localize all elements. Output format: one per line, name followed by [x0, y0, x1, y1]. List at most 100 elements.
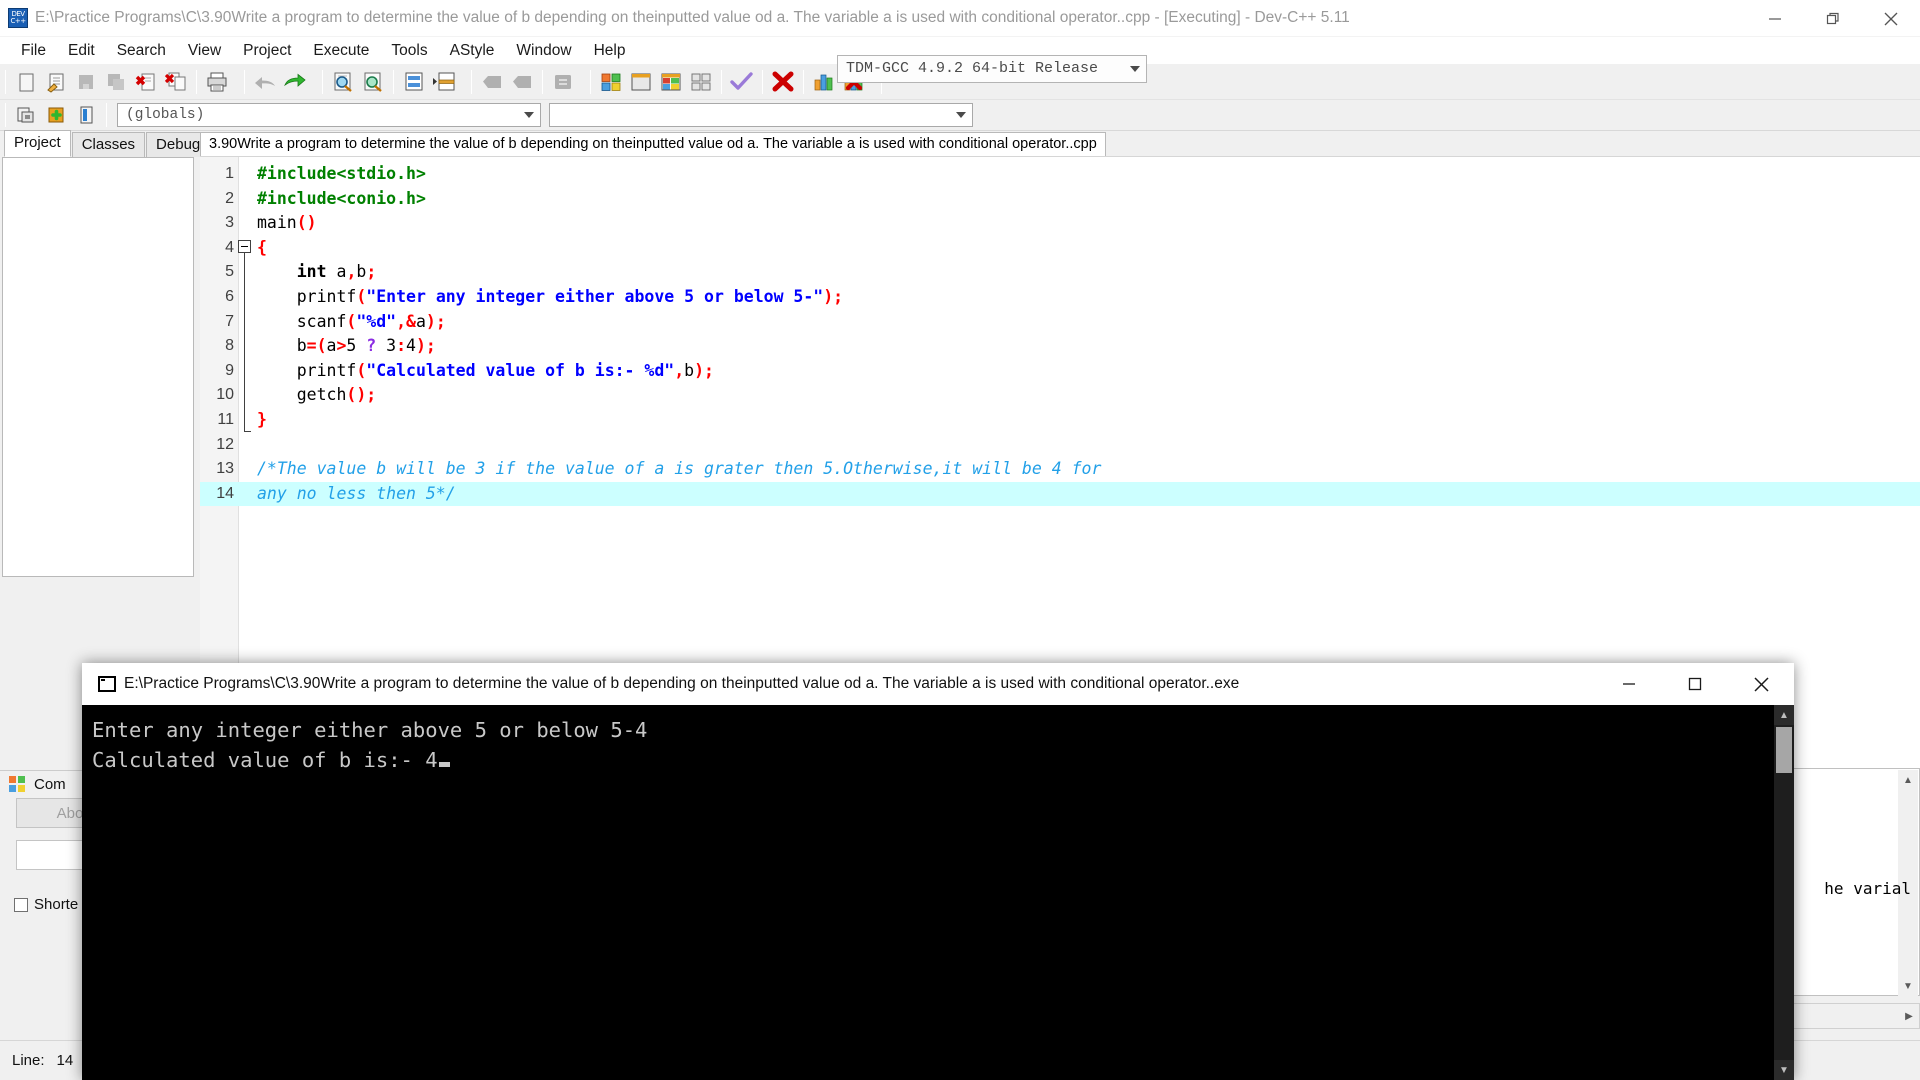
- console-title: E:\Practice Programs\C\3.90Write a progr…: [124, 675, 1239, 693]
- tab-project[interactable]: Project: [4, 130, 71, 157]
- console-title-bar: E:\Practice Programs\C\3.90Write a progr…: [82, 663, 1794, 705]
- code-token: scanf: [257, 312, 346, 331]
- line-number: 12: [200, 433, 234, 458]
- tab-classes[interactable]: Classes: [72, 132, 145, 157]
- code-line[interactable]: 5 int a,b;: [200, 260, 1920, 285]
- console-maximize-button[interactable]: [1662, 663, 1728, 705]
- restore-button[interactable]: [1804, 0, 1862, 37]
- rebuild-all-icon[interactable]: [686, 67, 716, 97]
- code-line[interactable]: 8 b=(a>5 ? 3:4);: [200, 334, 1920, 359]
- save-file-icon[interactable]: [71, 67, 101, 97]
- code-text: {: [257, 236, 267, 261]
- code-token: any no less then 5*/: [257, 484, 456, 503]
- menu-edit[interactable]: Edit: [57, 39, 106, 63]
- editor-tab-active[interactable]: 3.90Write a program to determine the val…: [200, 132, 1106, 156]
- scroll-up-icon[interactable]: ▲: [1898, 770, 1918, 790]
- line-number: 7: [200, 310, 234, 335]
- scroll-right-icon[interactable]: ▶: [1899, 1006, 1919, 1026]
- code-token: #include<conio.h>: [257, 189, 426, 208]
- code-line[interactable]: 10 getch();: [200, 383, 1920, 408]
- code-token: (: [346, 312, 356, 331]
- profile-icon[interactable]: [809, 67, 839, 97]
- console-window[interactable]: E:\Practice Programs\C\3.90Write a progr…: [82, 663, 1794, 1080]
- add-to-project-icon[interactable]: [41, 100, 71, 130]
- console-line: Enter any integer either above 5 or belo…: [92, 715, 1794, 745]
- toolbar-divider: [5, 70, 6, 94]
- toolbar-divider: [196, 70, 197, 94]
- code-line[interactable]: 12: [200, 433, 1920, 458]
- console-line-text: Calculated value of b is:- 4: [92, 748, 438, 772]
- print-icon[interactable]: [202, 67, 232, 97]
- stop-execution-icon[interactable]: [768, 67, 798, 97]
- goto-function-icon[interactable]: [429, 67, 459, 97]
- menu-view[interactable]: View: [177, 39, 232, 63]
- toggle-bookmark-icon[interactable]: [548, 67, 578, 97]
- back-icon[interactable]: [477, 67, 507, 97]
- code-line[interactable]: 11}: [200, 408, 1920, 433]
- console-output[interactable]: Enter any integer either above 5 or belo…: [82, 705, 1794, 1080]
- run-icon[interactable]: [626, 67, 656, 97]
- minimize-button[interactable]: [1746, 0, 1804, 37]
- close-file-icon[interactable]: [131, 67, 161, 97]
- code-line[interactable]: 7 scanf("%d",&a);: [200, 310, 1920, 335]
- code-token: ,: [674, 361, 684, 380]
- console-scroll-thumb[interactable]: [1776, 727, 1792, 773]
- compile-icon[interactable]: [596, 67, 626, 97]
- new-file-icon[interactable]: [11, 67, 41, 97]
- compile-run-icon[interactable]: [656, 67, 686, 97]
- code-token: 5: [346, 336, 366, 355]
- console-scroll-up-icon[interactable]: ▲: [1774, 705, 1794, 725]
- save-all-icon[interactable]: [101, 67, 131, 97]
- scroll-down-icon[interactable]: ▼: [1898, 976, 1918, 996]
- open-file-icon[interactable]: [41, 67, 71, 97]
- code-line[interactable]: 14any no less then 5*/: [200, 482, 1920, 507]
- replace-icon[interactable]: [358, 67, 388, 97]
- code-token: b: [257, 336, 307, 355]
- redo-icon[interactable]: [280, 67, 310, 97]
- menu-astyle[interactable]: AStyle: [439, 39, 506, 63]
- code-text: main(): [257, 211, 317, 236]
- forward-icon[interactable]: [507, 67, 537, 97]
- menu-execute[interactable]: Execute: [302, 39, 380, 63]
- menu-window[interactable]: Window: [505, 39, 582, 63]
- menu-tools[interactable]: Tools: [380, 39, 438, 63]
- toolbar-divider: [106, 103, 107, 127]
- project-options-icon[interactable]: [71, 100, 101, 130]
- shorten-paths-checkbox[interactable]: Shorte: [14, 896, 78, 913]
- console-close-button[interactable]: [1728, 663, 1794, 705]
- code-line[interactable]: 6 printf("Enter any integer either above…: [200, 285, 1920, 310]
- toolbar-divider: [471, 70, 472, 94]
- new-project-icon[interactable]: [11, 100, 41, 130]
- code-line[interactable]: 2 #include<conio.h>: [200, 187, 1920, 212]
- code-line[interactable]: 4{: [200, 236, 1920, 261]
- menu-search[interactable]: Search: [106, 39, 177, 63]
- undo-icon[interactable]: [250, 67, 280, 97]
- status-line-label: Line:: [0, 1052, 57, 1069]
- code-line[interactable]: 3main(): [200, 211, 1920, 236]
- code-line[interactable]: 9 printf("Calculated value of b is:- %d"…: [200, 359, 1920, 384]
- line-number: 2: [200, 187, 234, 212]
- console-scroll-down-icon[interactable]: ▼: [1774, 1060, 1794, 1080]
- line-number: 9: [200, 359, 234, 384]
- find-icon[interactable]: [328, 67, 358, 97]
- symbol-combo[interactable]: [549, 103, 973, 127]
- console-icon: [98, 676, 116, 692]
- close-all-icon[interactable]: [161, 67, 191, 97]
- compiler-set-combo[interactable]: TDM-GCC 4.9.2 64-bit Release: [837, 55, 1147, 83]
- compiler-log-text: he varial: [1824, 879, 1911, 898]
- menu-help[interactable]: Help: [583, 39, 637, 63]
- project-tree[interactable]: [2, 157, 194, 577]
- goto-line-icon[interactable]: [399, 67, 429, 97]
- close-button[interactable]: [1862, 0, 1920, 37]
- code-text: #include<stdio.h>: [257, 162, 426, 187]
- syntax-check-icon[interactable]: [727, 67, 757, 97]
- line-number: 13: [200, 457, 234, 482]
- code-line[interactable]: 13/*The value b will be 3 if the value o…: [200, 457, 1920, 482]
- scope-combo[interactable]: (globals): [117, 103, 541, 127]
- menu-project[interactable]: Project: [232, 39, 302, 63]
- console-vertical-scrollbar[interactable]: ▲ ▼: [1774, 705, 1794, 1080]
- code-lines: 1#include<stdio.h>2 #include<conio.h> 3mai…: [200, 162, 1920, 506]
- code-line[interactable]: 1#include<stdio.h>: [200, 162, 1920, 187]
- console-minimize-button[interactable]: [1596, 663, 1662, 705]
- menu-file[interactable]: File: [10, 39, 57, 63]
